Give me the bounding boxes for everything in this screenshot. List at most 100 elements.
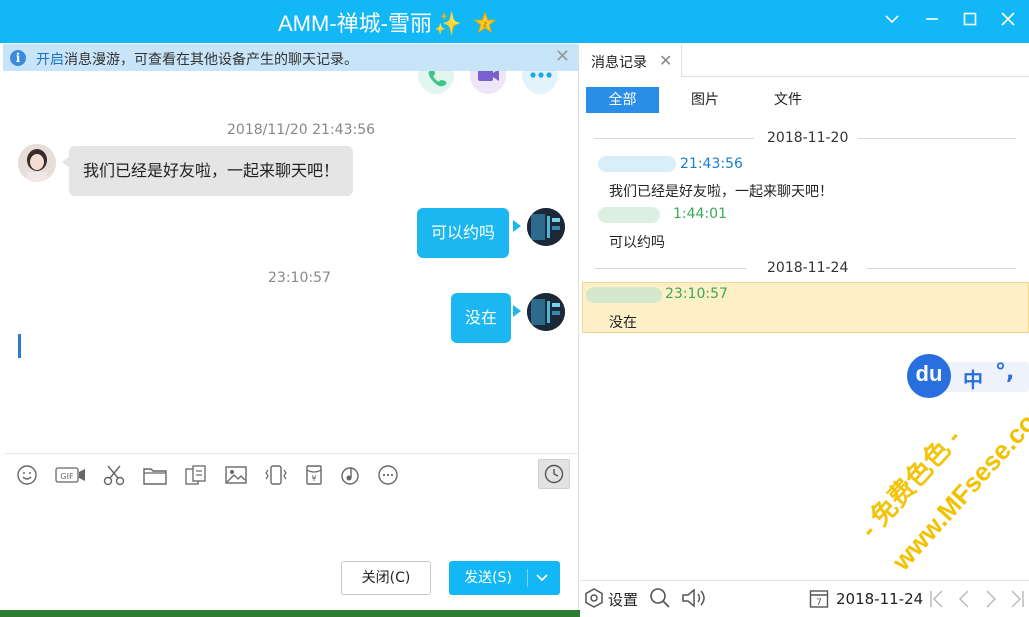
- collapse-button[interactable]: [880, 7, 904, 31]
- maximize-icon: [963, 12, 977, 26]
- music-icon: [341, 467, 359, 485]
- maximize-button[interactable]: [958, 7, 982, 31]
- tab-underline: [682, 76, 1029, 77]
- screenshot-button[interactable]: [102, 464, 126, 486]
- emoji-icon: [17, 465, 37, 485]
- sender-name-blurred: [598, 156, 676, 172]
- folder-icon: [143, 468, 167, 485]
- filter-images[interactable]: 图片: [674, 87, 736, 113]
- emoji-button[interactable]: [15, 464, 39, 486]
- doc-icon: [185, 465, 206, 485]
- sparkle-icon: ✨: [433, 11, 462, 36]
- date-separator-line: [594, 268, 746, 269]
- panel-divider: [578, 44, 579, 617]
- date-separator-line: [858, 138, 1016, 139]
- message-timestamp: 2018/11/20 21:43:56: [227, 122, 376, 138]
- send-button[interactable]: 发送(S): [449, 561, 527, 595]
- send-button-group: 发送(S): [449, 561, 560, 595]
- date-separator-line: [594, 138, 754, 139]
- sender-name-blurred: [598, 207, 660, 223]
- my-avatar[interactable]: [527, 293, 565, 331]
- tab-label: 消息记录: [591, 55, 647, 71]
- first-page-icon[interactable]: [928, 587, 946, 611]
- settings-label[interactable]: 设置: [608, 589, 638, 610]
- send-separator: [527, 569, 528, 587]
- star-badge-icon: z: [473, 12, 496, 34]
- outgoing-message-bubble[interactable]: 没在: [451, 293, 512, 343]
- svg-text:¥: ¥: [311, 474, 316, 483]
- close-window-button[interactable]: [996, 7, 1020, 31]
- send-file-button[interactable]: [143, 464, 167, 486]
- history-time: 1:44:01: [673, 206, 727, 222]
- notice-text: 开启消息漫游，可查看在其他设备产生的聊天记录。: [36, 49, 358, 69]
- info-icon: i: [10, 50, 26, 66]
- shake-icon: [265, 465, 287, 485]
- image-button[interactable]: [224, 464, 248, 486]
- bubble-tail: [513, 305, 521, 317]
- more-icon: [378, 465, 398, 485]
- filter-all[interactable]: 全部: [586, 87, 659, 113]
- calendar-icon[interactable]: 7: [809, 588, 829, 608]
- bubble-tail: [513, 220, 521, 232]
- redpacket-icon: ¥: [306, 465, 322, 485]
- message-timestamp: 23:10:57: [268, 270, 331, 286]
- ime-punct-toggle[interactable]: °,: [995, 360, 1014, 385]
- svg-text:7: 7: [816, 598, 822, 608]
- notice-close-button[interactable]: ✕: [555, 48, 570, 66]
- date-separator-line: [866, 268, 1016, 269]
- tab-message-history[interactable]: 消息记录 ✕: [583, 44, 682, 77]
- svg-text:z: z: [483, 20, 487, 29]
- roaming-notice: i 开启消息漫游，可查看在其他设备产生的聊天记录。 ✕: [3, 44, 578, 71]
- music-button[interactable]: [338, 464, 362, 486]
- close-button[interactable]: 关闭(C): [341, 561, 431, 595]
- gif-button[interactable]: GIF: [55, 464, 87, 486]
- text-cursor: [18, 334, 21, 358]
- last-page-icon[interactable]: [1008, 587, 1026, 611]
- title-bar: AMM-禅城-雪丽✨ z: [0, 0, 1029, 43]
- window-title: AMM-禅城-雪丽✨ z: [278, 6, 496, 38]
- history-message[interactable]: 可以约吗: [609, 232, 665, 252]
- svg-text:GIF: GIF: [60, 472, 74, 481]
- ime-mode-toggle[interactable]: 中: [963, 364, 983, 393]
- more-tools-button[interactable]: [376, 464, 400, 486]
- filter-files[interactable]: 文件: [757, 87, 819, 113]
- incoming-message-bubble[interactable]: 我们已经是好友啦，一起来聊天吧！: [69, 146, 354, 196]
- next-page-icon[interactable]: [982, 587, 1000, 611]
- history-time: 21:43:56: [680, 156, 743, 172]
- baidu-ime-logo[interactable]: du: [907, 354, 951, 398]
- history-message[interactable]: 我们已经是好友啦，一起来聊天吧！: [609, 181, 833, 201]
- enable-roaming-link[interactable]: 开启: [36, 52, 64, 68]
- scissors-icon: [103, 465, 125, 486]
- minimize-icon: [926, 18, 938, 20]
- tab-close-button[interactable]: ✕: [659, 51, 672, 70]
- send-options-button[interactable]: [533, 570, 551, 586]
- speaker-icon[interactable]: [681, 587, 709, 609]
- history-date: 2018-11-24: [767, 260, 849, 276]
- image-icon: [225, 466, 247, 484]
- gif-icon: GIF: [55, 467, 85, 483]
- input-toolbar: GIF ¥: [5, 453, 578, 495]
- history-message[interactable]: 没在: [609, 312, 637, 332]
- clock-icon: [544, 464, 564, 484]
- prev-page-icon[interactable]: [955, 587, 973, 611]
- my-photo: [527, 208, 565, 246]
- chevron-down-icon: [885, 15, 899, 24]
- shake-button[interactable]: [264, 464, 288, 486]
- sender-name-blurred: [586, 287, 662, 303]
- contact-photo: [18, 144, 56, 182]
- history-date: 2018-11-20: [767, 130, 849, 146]
- my-avatar[interactable]: [527, 208, 565, 246]
- selected-date[interactable]: 2018-11-24: [836, 590, 923, 608]
- minimize-button[interactable]: [920, 7, 944, 31]
- history-time: 23:10:57: [665, 286, 728, 302]
- red-packet-button[interactable]: ¥: [302, 464, 326, 486]
- chevron-down-icon: [536, 574, 548, 582]
- ime-pill: [943, 362, 1029, 392]
- doc-button[interactable]: [184, 464, 208, 486]
- ime-toolbar[interactable]: du 中 °,: [907, 354, 1029, 398]
- outgoing-message-bubble[interactable]: 可以约吗: [417, 208, 510, 258]
- settings-icon[interactable]: [584, 588, 604, 608]
- search-icon[interactable]: [649, 587, 671, 609]
- message-history-button[interactable]: [538, 459, 570, 489]
- contact-avatar[interactable]: [18, 144, 56, 182]
